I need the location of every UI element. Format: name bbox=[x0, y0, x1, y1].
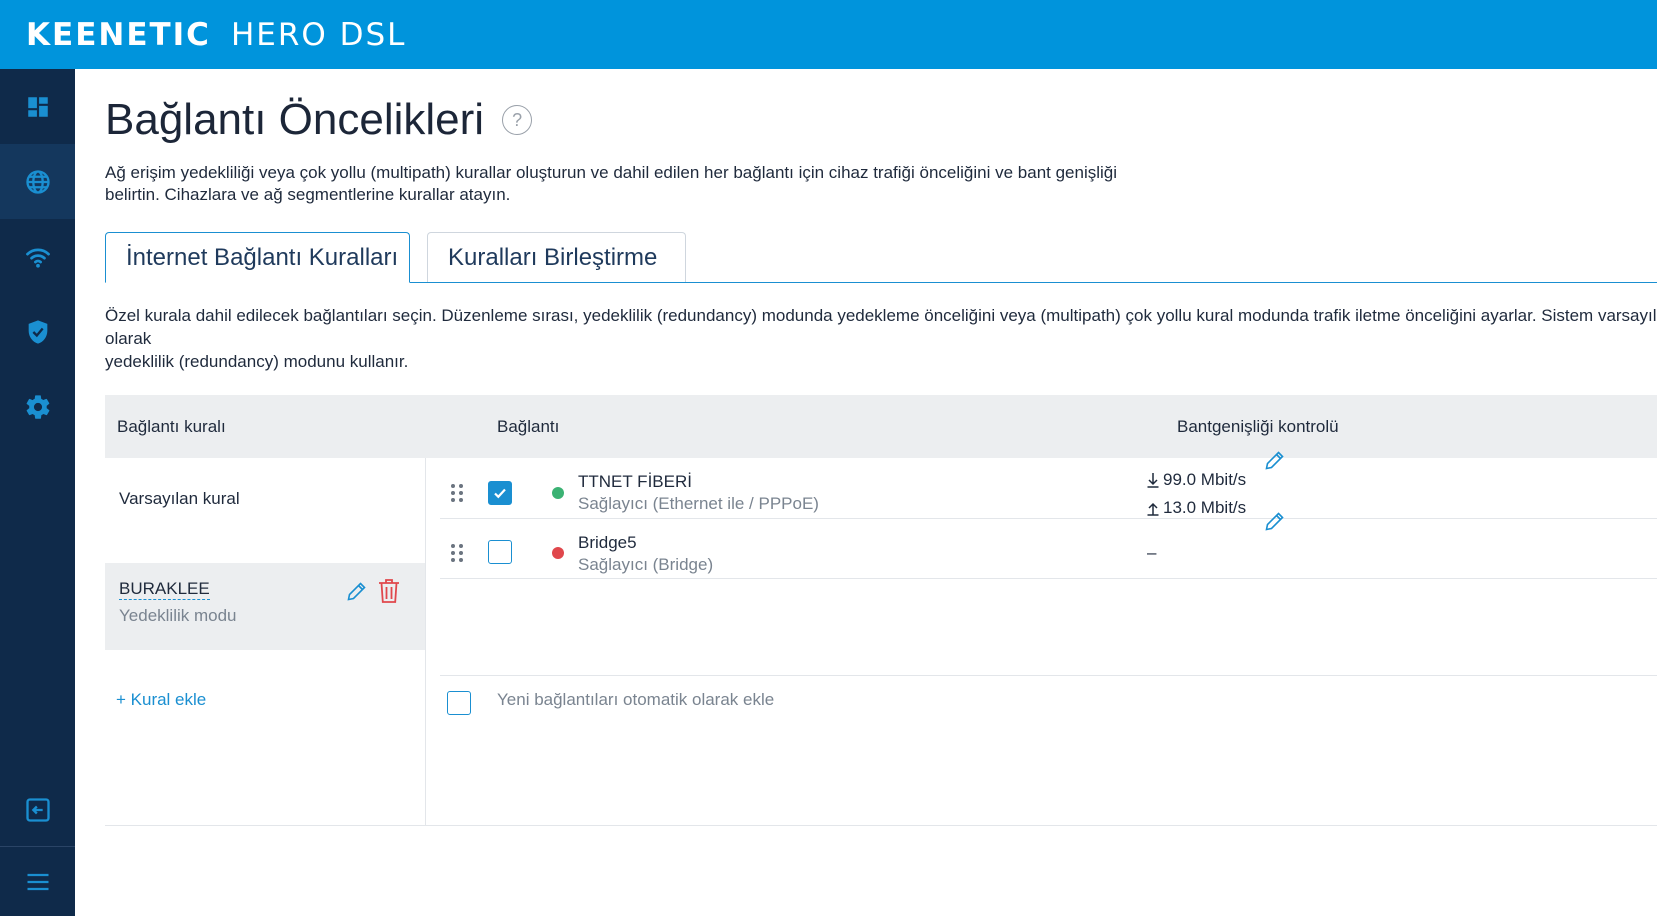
connection-checkbox[interactable] bbox=[488, 540, 512, 564]
upload-arrow-icon bbox=[1147, 502, 1159, 516]
pencil-icon bbox=[1265, 451, 1284, 470]
top-bar: KEENETIC HERO DSL bbox=[0, 0, 1657, 69]
rule-name[interactable]: BURAKLEE bbox=[119, 579, 210, 600]
sidebar-item-security[interactable] bbox=[0, 294, 75, 369]
gear-icon bbox=[26, 394, 49, 419]
auto-add-checkbox[interactable] bbox=[447, 691, 471, 715]
page-title: Bağlantı Öncelikleri bbox=[105, 95, 485, 144]
header-connection: Bağlantı bbox=[497, 417, 560, 436]
bandwidth-value: – bbox=[1147, 543, 1156, 563]
table-header: Bağlantı kuralı Bağlantı Bantgenişliği k… bbox=[105, 395, 1657, 458]
connection-type: Sağlayıcı (Ethernet ile / PPPoE) bbox=[578, 494, 819, 513]
rule-name: Varsayılan kural bbox=[119, 489, 240, 508]
drag-handle[interactable] bbox=[450, 483, 464, 503]
header-bandwidth: Bantgenişliği kontrolü bbox=[1177, 417, 1339, 436]
pencil-icon bbox=[347, 582, 366, 601]
edit-bandwidth-button[interactable] bbox=[1263, 448, 1287, 477]
connection-checkbox[interactable] bbox=[488, 481, 512, 505]
tab-description: Özel kurala dahil edilecek bağlantıları … bbox=[105, 304, 1657, 373]
row-divider bbox=[440, 578, 1657, 579]
model-name: HERO DSL bbox=[230, 16, 407, 53]
drag-handle-icon bbox=[451, 484, 463, 502]
bandwidth-up: 13.0 Mbit/s bbox=[1147, 498, 1246, 518]
connection-name: Bridge5 bbox=[578, 533, 637, 552]
connection-type: Sağlayıcı (Bridge) bbox=[578, 555, 714, 574]
header-rule: Bağlantı kuralı bbox=[117, 417, 226, 436]
hamburger-icon bbox=[27, 873, 48, 890]
sidebar-item-settings[interactable] bbox=[0, 369, 75, 444]
auto-add-label: Yeni bağlantıları otomatik olarak ekle bbox=[497, 690, 775, 709]
globe-icon bbox=[25, 169, 50, 194]
dashboard-icon bbox=[27, 96, 48, 117]
page-description-line-2: belirtin. Cihazlara ve ağ segmentlerine … bbox=[105, 185, 511, 204]
bandwidth-down-value: 99.0 Mbit/s bbox=[1163, 470, 1247, 489]
add-rule-link[interactable]: + Kural ekle bbox=[116, 690, 206, 710]
sidebar bbox=[0, 69, 75, 916]
logout-icon bbox=[25, 797, 50, 822]
connection-name: TTNET FİBERİ bbox=[578, 472, 692, 491]
drag-handle[interactable] bbox=[450, 543, 464, 563]
tab-internet-rules[interactable]: İnternet Bağlantı Kuralları bbox=[105, 232, 410, 283]
status-dot-online bbox=[552, 487, 564, 499]
page-description-line-1: Ağ erişim yedekliliği veya çok yollu (mu… bbox=[105, 163, 1118, 182]
brand-name: KEENETIC bbox=[26, 16, 211, 53]
brand-logo: KEENETIC HERO DSL bbox=[26, 17, 406, 53]
sidebar-item-dashboard[interactable] bbox=[0, 69, 75, 144]
shield-icon bbox=[28, 319, 47, 344]
status-dot-offline bbox=[552, 547, 564, 559]
tab-merge-rules[interactable]: Kuralları Birleştirme bbox=[427, 232, 686, 282]
tab-description-line-1: Özel kurala dahil edilecek bağlantıları … bbox=[105, 306, 1657, 348]
main-content: Bağlantı Öncelikleri ? Ağ erişim yedekli… bbox=[75, 69, 1657, 916]
rule-item-buraklee[interactable]: BURAKLEE Yedeklilik modu bbox=[105, 563, 425, 650]
tab-description-line-2: yedeklilik (redundancy) modunu kullanır. bbox=[105, 352, 409, 371]
delete-rule-button[interactable] bbox=[377, 577, 401, 610]
download-arrow-icon bbox=[1147, 473, 1159, 488]
help-icon[interactable]: ? bbox=[502, 105, 533, 135]
sidebar-item-internet[interactable] bbox=[0, 144, 75, 219]
rule-item-default[interactable]: Varsayılan kural bbox=[105, 458, 425, 563]
drag-handle-icon bbox=[451, 544, 463, 562]
checkmark-icon bbox=[494, 488, 506, 499]
bandwidth-down: 99.0 Mbit/s bbox=[1147, 470, 1246, 490]
table-bottom-border bbox=[105, 825, 1657, 826]
pencil-icon bbox=[1265, 512, 1284, 531]
sidebar-item-logout[interactable] bbox=[0, 772, 75, 847]
bandwidth-up-value: 13.0 Mbit/s bbox=[1163, 498, 1247, 517]
edit-rule-button[interactable] bbox=[345, 579, 369, 608]
trash-icon bbox=[379, 579, 399, 603]
rule-column-border bbox=[425, 458, 426, 826]
row-divider bbox=[440, 518, 1657, 519]
sidebar-item-wifi[interactable] bbox=[0, 219, 75, 294]
page-description: Ağ erişim yedekliliği veya çok yollu (mu… bbox=[105, 162, 1225, 206]
row-divider bbox=[440, 675, 1657, 676]
title-row: Bağlantı Öncelikleri ? bbox=[105, 95, 533, 145]
bandwidth-none: – bbox=[1147, 543, 1157, 562]
edit-bandwidth-button[interactable] bbox=[1263, 509, 1287, 538]
sidebar-item-menu[interactable] bbox=[0, 847, 75, 916]
wifi-icon bbox=[25, 247, 50, 268]
